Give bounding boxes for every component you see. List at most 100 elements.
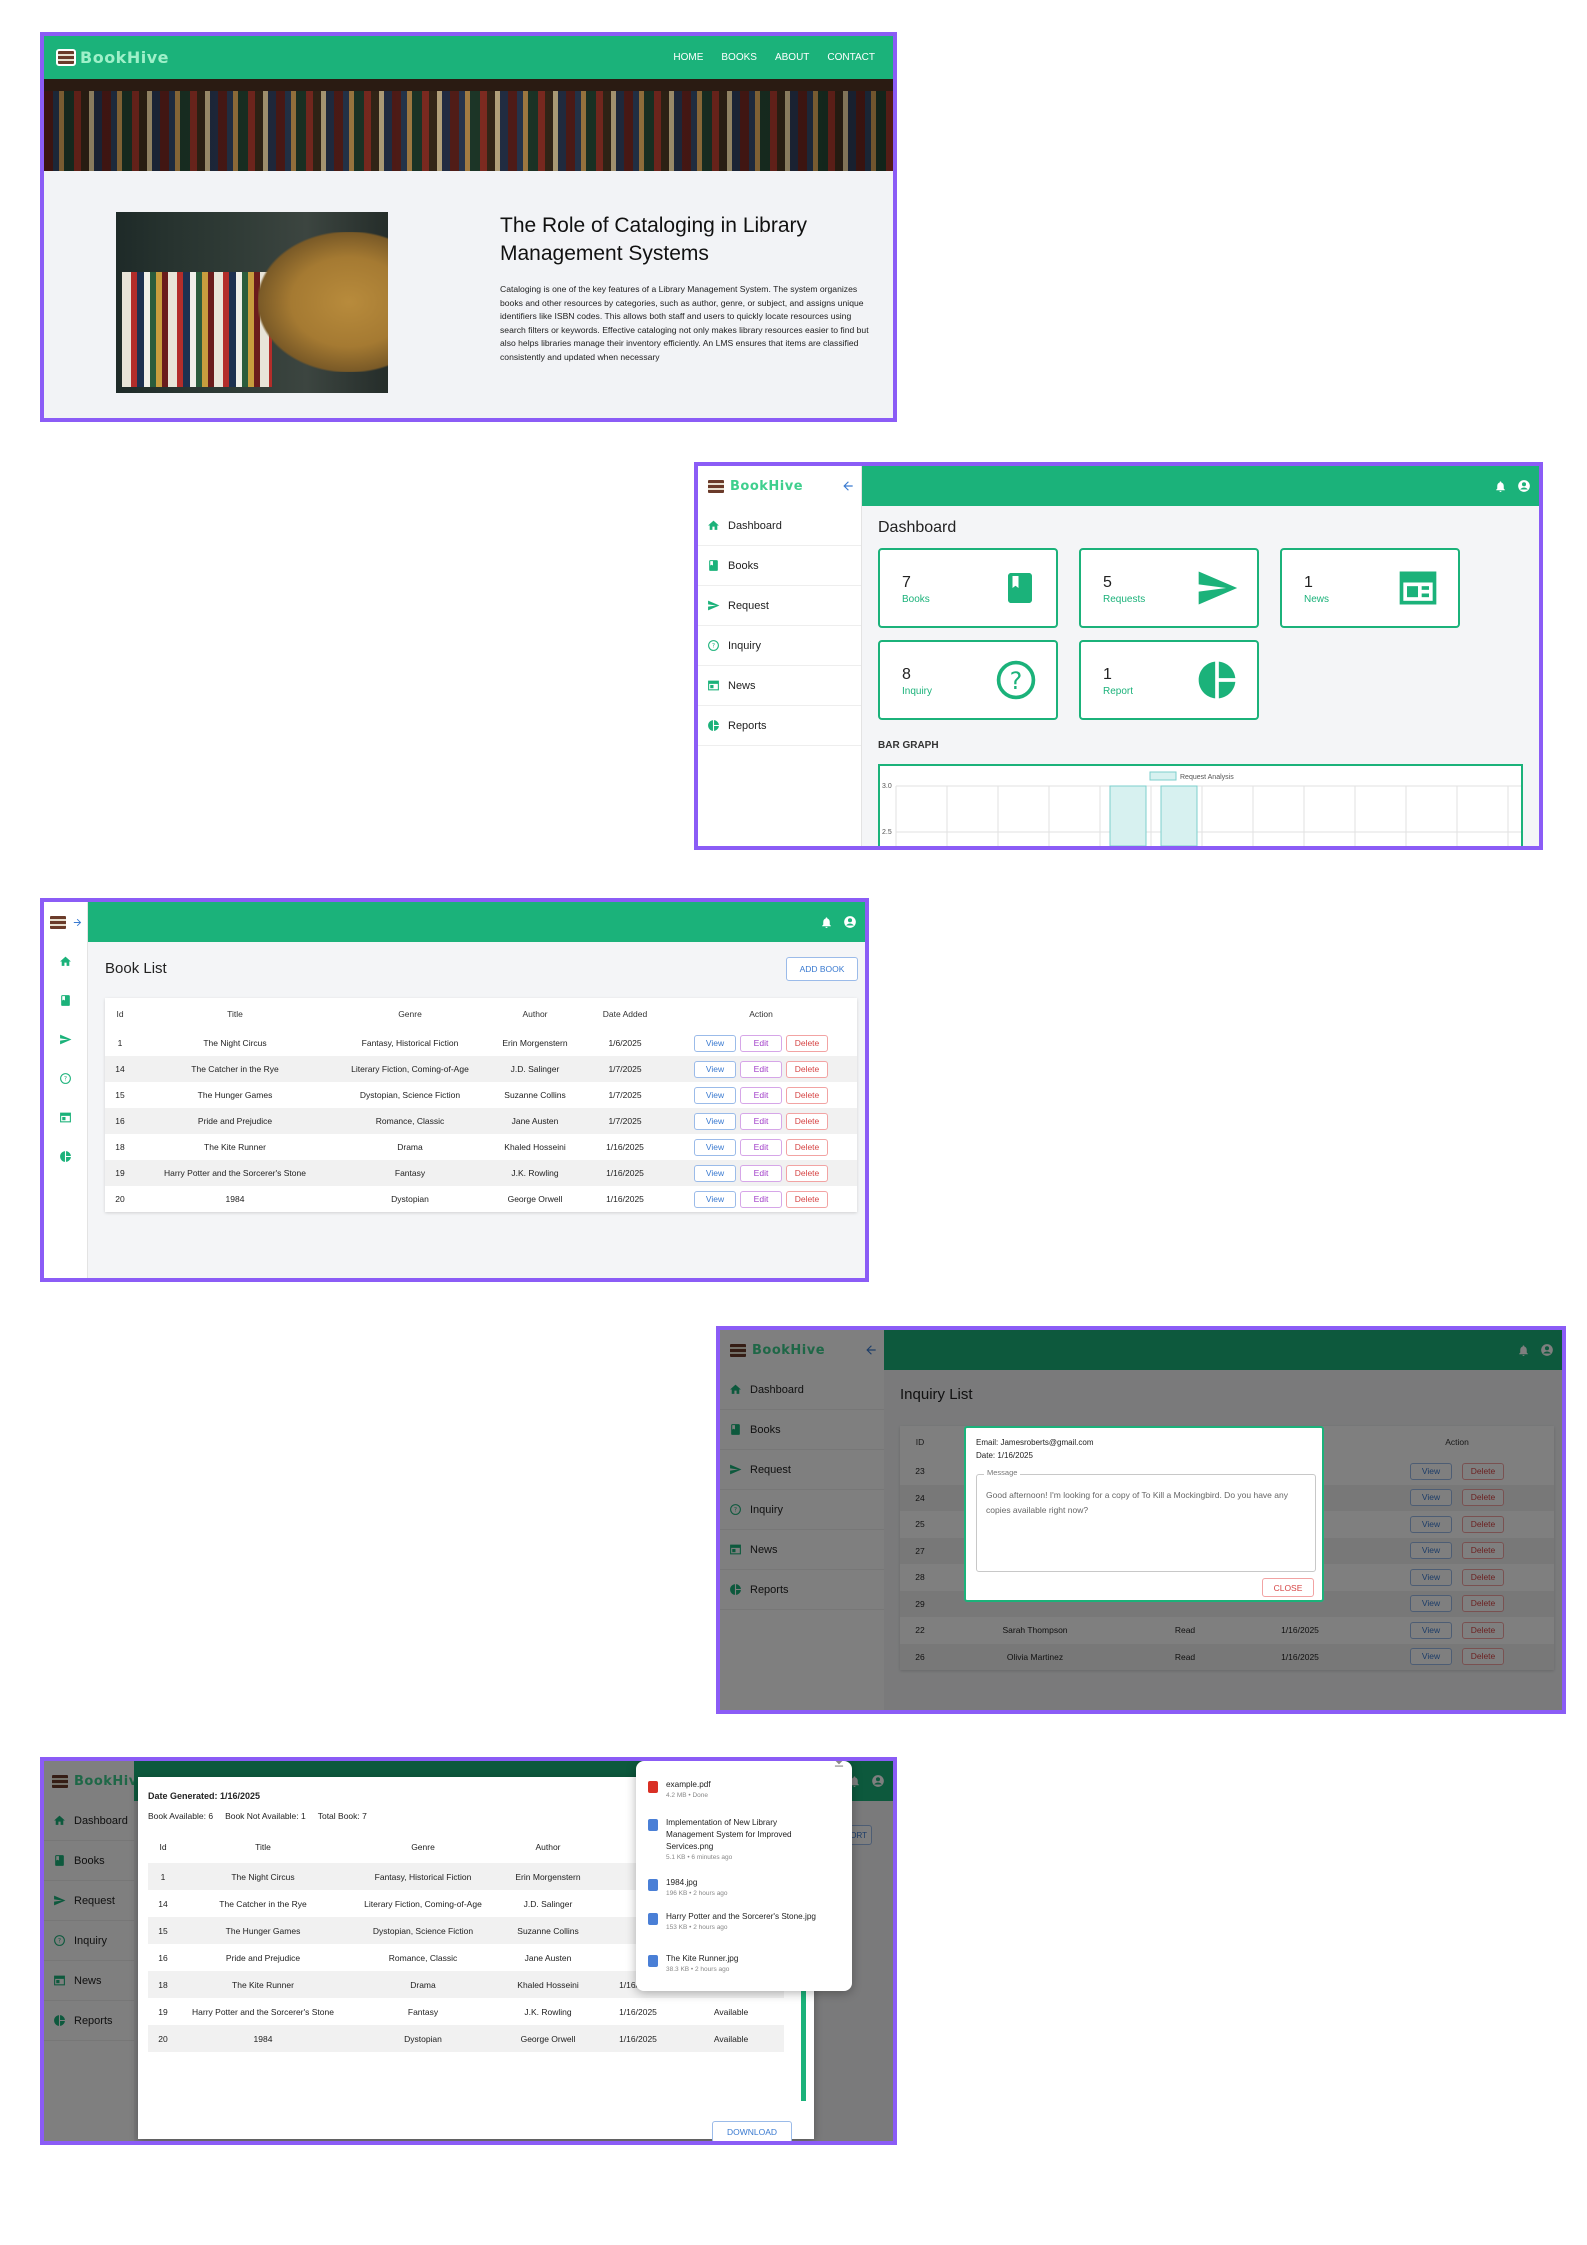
table-cell: Literary Fiction, Coming-of-Age: [335, 1056, 485, 1082]
help-icon: ?: [994, 658, 1038, 702]
nav-home-link[interactable]: HOME: [673, 52, 703, 63]
bell-icon[interactable]: [820, 916, 833, 929]
table-header-row: Id Title Genre Author Date Added Action: [105, 998, 857, 1030]
view-button[interactable]: View: [694, 1190, 736, 1208]
sidebar-item-request[interactable]: Request: [698, 586, 861, 626]
sidebar-item-news[interactable]: [44, 1098, 87, 1137]
page-title: Dashboard: [878, 519, 957, 536]
collapse-arrow-icon[interactable]: [841, 479, 855, 493]
view-button[interactable]: View: [694, 1112, 736, 1130]
edit-button[interactable]: Edit: [740, 1190, 782, 1208]
sidebar-item-dashboard[interactable]: [44, 942, 87, 981]
delete-button[interactable]: Delete: [786, 1060, 828, 1078]
chart-bar: [1109, 785, 1147, 846]
article-title: The Role of Cataloging in Library Manage…: [500, 214, 808, 265]
download-item[interactable]: Harry Potter and the Sorcerer's Stone.jp…: [648, 1911, 826, 1933]
action-cell: View Edit Delete: [665, 1056, 857, 1082]
edit-button[interactable]: Edit: [740, 1034, 782, 1052]
news-icon: [60, 1112, 71, 1123]
pie-chart-icon: [1195, 658, 1239, 702]
stat-card-report[interactable]: 1 Report: [1079, 640, 1259, 720]
action-cell: View Edit Delete: [665, 1030, 857, 1056]
table-cell: Jane Austen: [485, 1108, 585, 1134]
download-file-meta: 4.2 MB • Done: [666, 1792, 709, 1799]
download-item[interactable]: The Kite Runner.jpg 38.3 KB • 2 hours ago: [648, 1953, 826, 1975]
view-button[interactable]: View: [694, 1034, 736, 1052]
sidebar-item-reports[interactable]: Reports: [698, 706, 861, 746]
send-icon: [60, 1034, 72, 1045]
download-file-meta: 196 KB • 2 hours ago: [666, 1890, 728, 1897]
sidebar-item-inquiry[interactable]: ?Inquiry: [698, 626, 861, 666]
column-header: Title: [227, 1009, 243, 1019]
inquiry-panel: BookHive Dashboard Books Request ?Inquir…: [716, 1326, 1566, 1714]
delete-button[interactable]: Delete: [786, 1112, 828, 1130]
edit-button[interactable]: Edit: [740, 1164, 782, 1182]
table-cell: 18: [115, 1142, 125, 1152]
bell-icon[interactable]: [1494, 480, 1507, 493]
download-button[interactable]: DOWNLOAD: [712, 2121, 792, 2141]
nav-books-link[interactable]: BOOKS: [721, 52, 757, 63]
books-available-count: Book Available: 6: [148, 1811, 214, 1821]
delete-button[interactable]: Delete: [786, 1190, 828, 1208]
add-book-button[interactable]: ADD BOOK: [786, 957, 858, 981]
view-button[interactable]: View: [694, 1060, 736, 1078]
sidebar-item-dashboard[interactable]: Dashboard: [698, 506, 861, 546]
sidebar-item-request[interactable]: [44, 1020, 87, 1059]
brand-logo[interactable]: BookHive: [706, 477, 803, 495]
download-file-name: example.pdf: [666, 1780, 711, 1789]
delete-button[interactable]: Delete: [786, 1138, 828, 1156]
stat-card-requests[interactable]: 5 Requests: [1079, 548, 1259, 628]
inquiry-email: Email: Jamesroberts@gmail.com: [976, 1438, 1094, 1447]
delete-button[interactable]: Delete: [786, 1086, 828, 1104]
legend-label: Request Analysis: [1180, 774, 1234, 781]
edit-button[interactable]: Edit: [740, 1086, 782, 1104]
download-icon[interactable]: [832, 1761, 846, 1769]
table-cell: Dystopian, Science Fiction: [359, 1090, 461, 1100]
stat-card-books[interactable]: 7 Books: [878, 548, 1058, 628]
table-cell: 20: [115, 1194, 125, 1204]
sidebar-item-books[interactable]: [44, 981, 87, 1020]
column-header: Author: [522, 1009, 548, 1019]
account-icon[interactable]: [843, 915, 857, 929]
delete-button[interactable]: Delete: [786, 1034, 828, 1052]
edit-button[interactable]: Edit: [740, 1112, 782, 1130]
file-icon: [648, 1955, 658, 1967]
table-cell: Drama: [397, 1142, 423, 1152]
sidebar-item-inquiry[interactable]: ?: [44, 1059, 87, 1098]
view-button[interactable]: View: [694, 1138, 736, 1156]
sidebar-item-books[interactable]: Books: [698, 546, 861, 586]
edit-button[interactable]: Edit: [740, 1138, 782, 1156]
brand-logo[interactable]: [44, 902, 87, 942]
download-file-name: The Kite Runner.jpg: [666, 1954, 739, 1963]
nav-about-link[interactable]: ABOUT: [775, 52, 809, 63]
download-item[interactable]: Implementation of New Library Management…: [648, 1817, 826, 1863]
action-cell: View Edit Delete: [665, 1134, 857, 1160]
table-cell: Fantasy, Historical Fiction: [361, 1038, 459, 1048]
table-cell: Erin Morgenstern: [502, 1038, 568, 1048]
book-list-panel: ? Book List ADD BOOK Id Title Genre Auth…: [40, 898, 869, 1282]
view-button[interactable]: View: [694, 1086, 736, 1104]
message-text: Good afternoon! I'm looking for a copy o…: [986, 1490, 1288, 1515]
pie-chart-icon: [60, 1151, 71, 1162]
table-cell: The Catcher in the Rye: [135, 1056, 335, 1082]
brand-logo[interactable]: BookHive: [56, 48, 169, 67]
report-panel: BookHive Dashboard Books Request ?Inquir…: [40, 1757, 897, 2145]
stat-card-news[interactable]: 1 News: [1280, 548, 1460, 628]
view-button[interactable]: View: [694, 1164, 736, 1182]
table-cell: 1/7/2025: [585, 1108, 665, 1134]
sidebar-item-reports[interactable]: [44, 1137, 87, 1176]
svg-text:?: ?: [712, 643, 715, 650]
sidebar-item-news[interactable]: News: [698, 666, 861, 706]
account-icon[interactable]: [1517, 479, 1531, 493]
stat-card-inquiry[interactable]: 8 Inquiry ?: [878, 640, 1058, 720]
download-item[interactable]: 1984.jpg 196 KB • 2 hours ago: [648, 1877, 826, 1899]
nav-contact-link[interactable]: CONTACT: [827, 52, 875, 63]
table-cell: The Catcher in the Rye: [219, 1898, 307, 1909]
close-button[interactable]: CLOSE: [1262, 1578, 1314, 1597]
edit-button[interactable]: Edit: [740, 1060, 782, 1078]
expand-arrow-icon[interactable]: [72, 917, 83, 928]
download-item[interactable]: example.pdf 4.2 MB • Done: [648, 1779, 826, 1801]
table-cell: 1: [117, 1038, 123, 1048]
delete-button[interactable]: Delete: [786, 1164, 828, 1182]
action-cell: View Edit Delete: [665, 1082, 857, 1108]
